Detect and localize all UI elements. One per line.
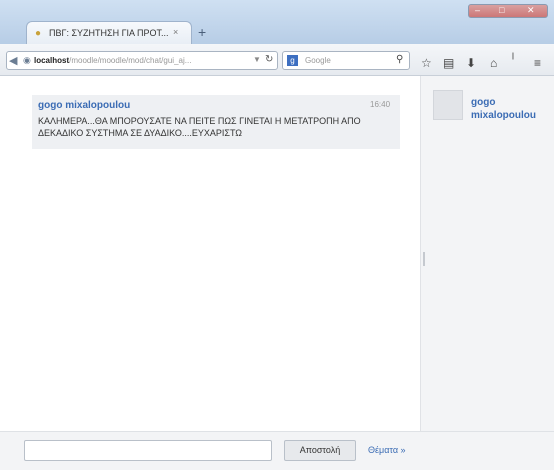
menu-icon[interactable]: ≡ bbox=[534, 56, 541, 70]
back-arrow-icon[interactable]: ◀ bbox=[9, 54, 17, 67]
globe-icon: ◉ bbox=[23, 55, 31, 65]
themes-link[interactable]: Θέματα » bbox=[368, 445, 406, 455]
browser-navbar: ◀ ◉ localhost/moodle/moodle/mod/chat/gui… bbox=[0, 44, 554, 76]
chat-window: gogo mixalopoulou 16:40 ΚΑΛΗΜΕΡΑ...ΘΑ ΜΠ… bbox=[0, 76, 554, 470]
search-placeholder: Google bbox=[305, 56, 331, 65]
separator-icon: | bbox=[512, 53, 515, 60]
input-bar: Αποστολή Θέματα » bbox=[0, 431, 554, 470]
url-dropdown-icon[interactable]: ▼ bbox=[253, 55, 261, 64]
pane-resize-handle[interactable] bbox=[423, 252, 425, 266]
window-close-icon[interactable]: ✕ bbox=[527, 5, 535, 16]
user-avatar bbox=[433, 90, 463, 120]
url-path: /moodle/moodle/mod/chat/gui_aj... bbox=[69, 56, 192, 65]
browser-titlebar: ● ΠΒΓ: ΣΥΖΗΤΗΣΗ ΓΙΑ ΠΡΟΤ... × + – □ ✕ bbox=[0, 0, 554, 44]
search-engine-icon[interactable]: g bbox=[287, 55, 298, 66]
send-button[interactable]: Αποστολή bbox=[284, 440, 356, 461]
reload-icon[interactable]: ↻ bbox=[265, 54, 273, 65]
new-tab-icon[interactable]: + bbox=[198, 24, 206, 40]
message-author[interactable]: gogo mixalopoulou bbox=[38, 100, 130, 111]
users-sidebar: gogo mixalopoulou bbox=[420, 76, 554, 431]
message-input[interactable] bbox=[24, 440, 272, 461]
moodle-favicon-icon: ● bbox=[35, 28, 42, 39]
window-controls: – □ ✕ bbox=[468, 4, 548, 18]
url-bar[interactable]: ◀ ◉ localhost/moodle/moodle/mod/chat/gui… bbox=[6, 51, 278, 70]
minimize-icon[interactable]: – bbox=[475, 5, 480, 15]
chat-message: gogo mixalopoulou 16:40 ΚΑΛΗΜΕΡΑ...ΘΑ ΜΠ… bbox=[32, 95, 400, 149]
tab-title: ΠΒΓ: ΣΥΖΗΤΗΣΗ ΓΙΑ ΠΡΟΤ... bbox=[49, 28, 169, 38]
messages-pane: gogo mixalopoulou 16:40 ΚΑΛΗΜΕΡΑ...ΘΑ ΜΠ… bbox=[0, 76, 420, 431]
home-icon[interactable]: ⌂ bbox=[490, 56, 497, 70]
tab-close-icon[interactable]: × bbox=[173, 27, 178, 37]
download-icon[interactable]: ⬇ bbox=[466, 56, 476, 70]
clipboard-icon[interactable]: ▤ bbox=[443, 56, 454, 70]
url-text[interactable]: localhost/moodle/moodle/mod/chat/gui_aj.… bbox=[34, 56, 191, 65]
browser-tab[interactable]: ● ΠΒΓ: ΣΥΖΗΤΗΣΗ ΓΙΑ ΠΡΟΤ... × bbox=[26, 21, 192, 44]
search-bar[interactable]: g Google ⚲ bbox=[282, 51, 410, 70]
bookmark-star-icon[interactable]: ☆ bbox=[421, 56, 432, 70]
user-name[interactable]: gogo mixalopoulou bbox=[471, 96, 551, 122]
url-host: localhost bbox=[34, 56, 70, 65]
message-text: ΚΑΛΗΜΕΡΑ...ΘΑ ΜΠΟΡΟΥΣΑΤΕ ΝΑ ΠΕΙΤΕ ΠΩΣ ΓΙ… bbox=[38, 116, 361, 138]
message-time: 16:40 bbox=[370, 100, 391, 109]
maximize-icon[interactable]: □ bbox=[499, 5, 504, 15]
search-icon[interactable]: ⚲ bbox=[396, 54, 403, 65]
